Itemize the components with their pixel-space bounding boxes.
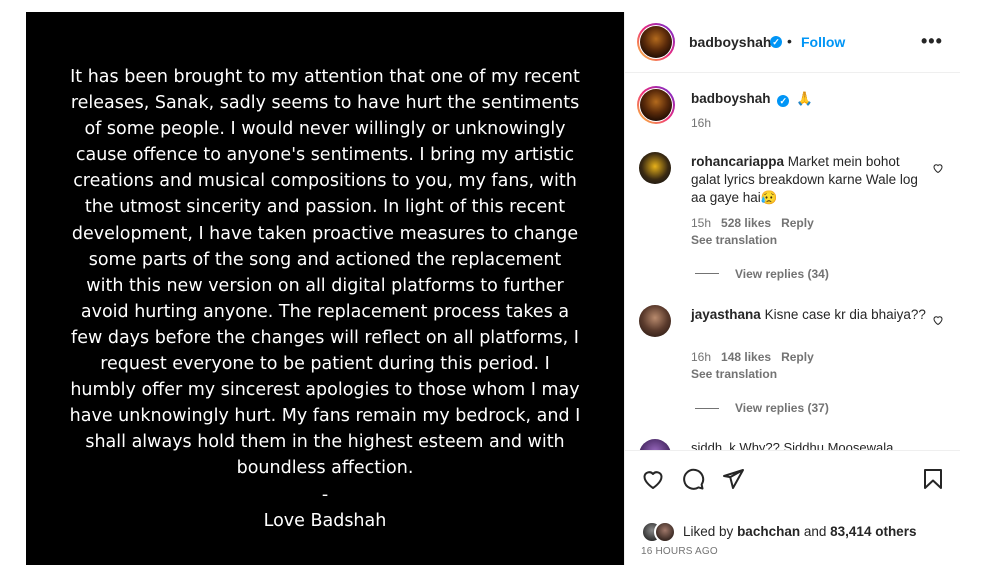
comment-body: Kisne case kr dia bhaiya?? <box>764 307 926 322</box>
liker-avatar[interactable] <box>654 521 676 543</box>
follow-button[interactable]: Follow <box>801 34 845 50</box>
statement-signature: Love Badshah <box>263 510 387 531</box>
verified-badge-icon: ✓ <box>770 36 782 48</box>
post-header: badboyshah ✓ • Follow ••• <box>625 12 960 73</box>
liked-by-user[interactable]: bachchan <box>737 524 800 539</box>
comment-like-icon[interactable] <box>932 314 944 326</box>
likes-count[interactable]: 83,414 others <box>830 524 916 539</box>
comment-meta: 16h 148 likes Reply <box>691 350 824 364</box>
instagram-post: It has been brought to my attention that… <box>26 12 960 566</box>
statement-dash: - <box>321 484 329 505</box>
caption-verified-icon: ✓ <box>777 95 790 107</box>
statement-body: It has been brought to my attention that… <box>69 67 581 479</box>
comment-time: 15h <box>691 216 712 230</box>
comment-like-icon[interactable] <box>932 162 944 174</box>
header-username[interactable]: badboyshah <box>689 34 771 50</box>
liked-by-text: Liked by bachchan and 83,414 others <box>683 524 916 539</box>
post-time-ago[interactable]: 16 HOURS AGO <box>641 546 718 557</box>
comment-username[interactable]: rohancariappa <box>691 154 784 169</box>
heart-icon[interactable] <box>641 467 665 491</box>
caption-avatar[interactable] <box>637 86 675 124</box>
comment-icon[interactable] <box>681 467 705 491</box>
view-replies-button[interactable]: View replies (34) <box>735 267 829 281</box>
view-replies-line <box>695 408 719 409</box>
comment-username[interactable]: jayasthana <box>691 307 761 322</box>
reply-button[interactable]: Reply <box>781 350 814 364</box>
share-icon[interactable] <box>721 467 745 491</box>
comment-text: rohancariappa Market mein bohot galat ly… <box>691 153 926 207</box>
caption-text: 🙏 <box>796 91 813 106</box>
header-separator: • <box>787 33 792 49</box>
comment-likes[interactable]: 148 likes <box>721 350 771 364</box>
view-replies-button[interactable]: View replies (37) <box>735 401 829 415</box>
liked-by-and: and <box>803 524 827 539</box>
comment-time: 16h <box>691 350 712 364</box>
see-translation-link[interactable]: See translation <box>691 367 777 381</box>
comment-avatar[interactable] <box>639 152 671 184</box>
see-translation-link[interactable]: See translation <box>691 233 777 247</box>
caption-time: 16h <box>691 116 712 130</box>
bookmark-icon[interactable] <box>921 467 945 491</box>
comment-avatar[interactable] <box>639 305 671 337</box>
reply-button[interactable]: Reply <box>781 216 814 230</box>
comment-text: jayasthana Kisne case kr dia bhaiya?? <box>691 306 926 324</box>
author-avatar[interactable] <box>637 23 675 61</box>
caption-line: badboyshah ✓ 🙏 <box>691 90 813 108</box>
statement-text: It has been brought to my attention that… <box>68 64 582 534</box>
more-options-icon[interactable]: ••• <box>921 31 943 52</box>
caption-username[interactable]: badboyshah <box>691 91 771 106</box>
comment-likes[interactable]: 528 likes <box>721 216 771 230</box>
view-replies-line <box>695 273 719 274</box>
liked-by-prefix: Liked by <box>683 524 734 539</box>
post-actions: Liked by bachchan and 83,414 others 16 H… <box>625 450 960 566</box>
comment-meta: 15h 528 likes Reply <box>691 216 824 230</box>
post-sidebar: badboyshah ✓ • Follow ••• badboyshah ✓ 🙏… <box>624 12 960 566</box>
post-image[interactable]: It has been brought to my attention that… <box>26 12 624 565</box>
